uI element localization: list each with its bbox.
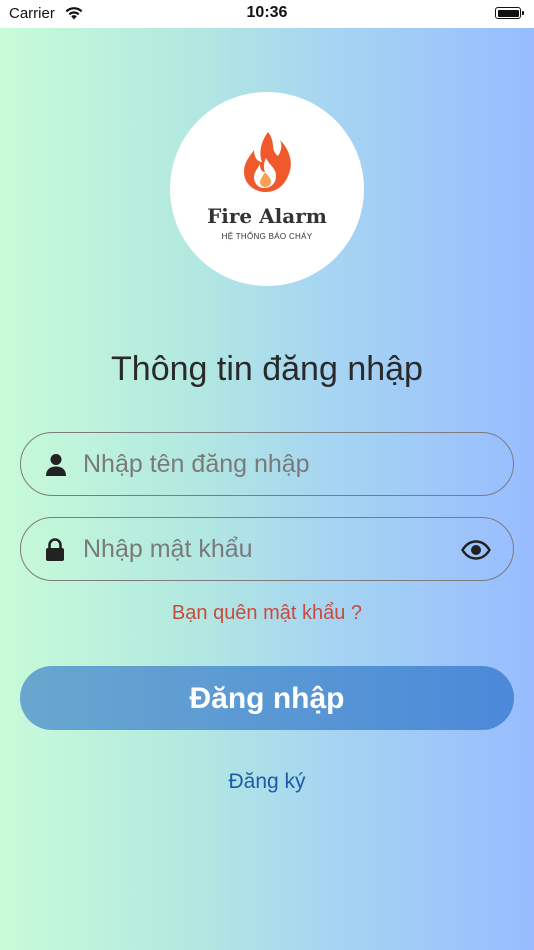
register-link[interactable]: Đăng ký	[0, 770, 534, 794]
username-field[interactable]	[20, 432, 514, 496]
username-input[interactable]	[83, 443, 443, 485]
battery-icon	[495, 7, 524, 19]
login-button[interactable]: Đăng nhập	[20, 666, 514, 730]
logo-subtitle: HỆ THỐNG BÁO CHÁY	[221, 232, 313, 241]
status-bar: Carrier 10:36	[0, 0, 534, 28]
flame-icon	[232, 128, 302, 203]
user-icon	[45, 453, 67, 482]
password-field[interactable]	[20, 517, 514, 581]
eye-icon[interactable]	[461, 540, 491, 565]
forgot-password-link[interactable]: Bạn quên mật khẩu ?	[0, 602, 534, 625]
lock-icon	[45, 538, 65, 567]
app-logo: Fire Alarm HỆ THỐNG BÁO CHÁY	[170, 92, 364, 286]
status-time: 10:36	[246, 4, 288, 21]
page-title: Thông tin đăng nhập	[111, 350, 423, 388]
login-screen: Carrier 10:36 Fire Alarm HỆ THỐNG BÁO CH…	[0, 0, 534, 950]
logo-title: Fire Alarm	[207, 204, 327, 228]
password-input[interactable]	[83, 528, 443, 570]
